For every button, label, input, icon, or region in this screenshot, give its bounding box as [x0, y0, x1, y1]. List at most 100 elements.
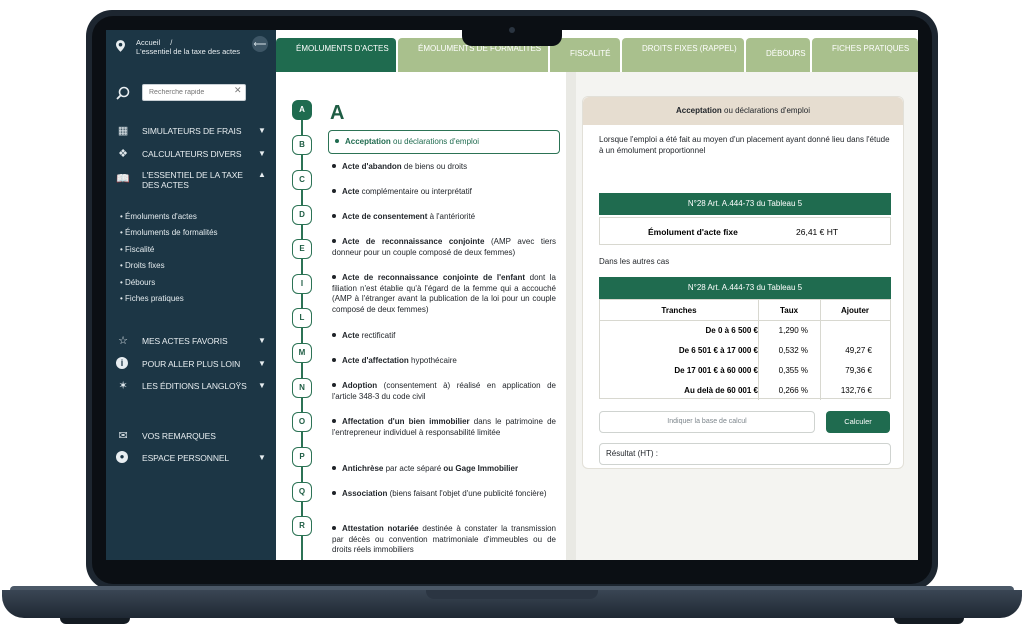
list-item[interactable]: Antichrèse par acte séparé ou Gage Immob…	[332, 464, 556, 475]
sub-item-droits-fixes[interactable]: • Droits fixes	[120, 261, 165, 270]
sidebar-item-label: L'ESSENTIEL DE LA TAXE DES ACTES	[142, 170, 243, 190]
table2-header: N°28 Art. A.444-73 du Tableau 5	[599, 277, 891, 299]
list-item[interactable]: Acte de reconnaissance conjointe de l'en…	[332, 273, 556, 315]
column-header: Ajouter	[841, 306, 869, 315]
pane-divider	[566, 72, 576, 560]
letter-n[interactable]: N	[292, 378, 312, 398]
tab-droits-fixes[interactable]: DROITS FIXES (RAPPEL)	[622, 38, 744, 72]
cell-taux: 1,290 %	[778, 326, 808, 335]
star-icon: ☆	[118, 335, 128, 347]
bullet-icon	[332, 466, 336, 470]
list-item[interactable]: Association (biens faisant l'objet d'une…	[332, 489, 556, 500]
calculation-base-input[interactable]: Indiquer la base de calcul	[599, 411, 815, 433]
breadcrumb-current: L'essentiel de la taxe des actes	[136, 47, 240, 56]
logo-icon: ✶	[118, 380, 128, 392]
letter-o[interactable]: O	[292, 412, 312, 432]
search-icon[interactable]	[116, 86, 130, 100]
caret-down-icon: ▼	[258, 336, 266, 345]
bullet-icon	[332, 275, 336, 279]
sub-item-emoluments-formalites[interactable]: • Émoluments de formalités	[120, 228, 218, 237]
sidebar-item-label: SIMULATEURS DE FRAIS	[142, 126, 242, 136]
list-item[interactable]: Affectation d'un bien immobilier dans le…	[332, 417, 556, 438]
table2: Tranches Taux Ajouter De 0 à 6 500 € 1,2…	[599, 299, 891, 400]
laptop-frame: Accueil / L'essentiel de la taxe des act…	[0, 0, 1024, 642]
letter-p[interactable]: P	[292, 447, 312, 467]
other-cases-label: Dans les autres cas	[599, 257, 670, 266]
breadcrumb-home[interactable]: Accueil	[136, 38, 160, 47]
sub-item-debours[interactable]: • Débours	[120, 278, 155, 287]
sub-item-fiscalite[interactable]: • Fiscalité	[120, 245, 154, 254]
table-row: De 6 501 € à 17 000 € 0,532 % 49,27 €	[600, 346, 890, 366]
calculate-button[interactable]: Calculer	[826, 411, 890, 433]
laptop-foot-right	[894, 618, 964, 624]
cubes-icon: ❖	[118, 148, 128, 160]
bullet-icon	[332, 358, 336, 362]
sub-item-fiches[interactable]: • Fiches pratiques	[120, 294, 184, 303]
list-item[interactable]: Acte d'abandon de biens ou droits	[332, 162, 556, 173]
list-item[interactable]: Acte rectificatif	[332, 331, 556, 342]
cell-taux: 0,266 %	[778, 386, 808, 395]
breadcrumb-separator: /	[170, 38, 173, 47]
letter-r[interactable]: R	[292, 516, 312, 536]
arrow-left-icon[interactable]: ⟵	[252, 36, 268, 52]
book-icon: 📖	[116, 173, 130, 185]
table1: Émolument d'acte fixe 26,41 € HT	[599, 217, 891, 245]
bullet-icon	[332, 383, 336, 387]
table1-label: Émolument d'acte fixe	[648, 227, 738, 237]
cell-ajouter: 132,76 €	[840, 386, 872, 395]
location-pin-icon	[116, 40, 125, 52]
bullet-icon	[332, 333, 336, 337]
sub-item-emoluments-actes[interactable]: • Émoluments d'actes	[120, 212, 197, 221]
letter-l[interactable]: L	[292, 308, 312, 328]
letter-b[interactable]: B	[292, 135, 312, 155]
sidebar-item-label: VOS REMARQUES	[142, 431, 216, 441]
list-item[interactable]: Acte d'affectation hypothécaire	[332, 356, 556, 367]
cell-tranche: Au delà de 60 001 €	[684, 386, 758, 395]
tab-emoluments-actes[interactable]: ÉMOLUMENTS D'ACTES	[276, 38, 396, 72]
table-row: De 0 à 6 500 € 1,290 %	[600, 326, 890, 346]
table-divider	[600, 320, 890, 321]
cell-tranche: De 17 001 € à 60 000 €	[674, 366, 758, 375]
letter-q[interactable]: Q	[292, 482, 312, 502]
main-content: A B C D E I L M N O P Q R A Acceptation …	[276, 72, 918, 560]
info-icon: i	[116, 357, 128, 369]
letter-m[interactable]: M	[292, 343, 312, 363]
close-icon[interactable]: ✕	[234, 85, 242, 96]
list-item[interactable]: Acte de reconnaissance conjointe (AMP av…	[332, 237, 556, 258]
panel-intro: Lorsque l'emploi a été fait au moyen d'u…	[599, 135, 890, 155]
tab-fiscalite[interactable]: FISCALITÉ	[550, 38, 620, 72]
panel-title: Acceptation ou déclarations d'emploi	[583, 97, 903, 125]
tab-debours[interactable]: DÉBOURS	[746, 38, 810, 72]
letter-a[interactable]: A	[292, 100, 312, 120]
letter-e[interactable]: E	[292, 239, 312, 259]
app-screen: Accueil / L'essentiel de la taxe des act…	[106, 30, 918, 560]
list-item[interactable]: Acte de consentement à l'antériorité	[332, 212, 556, 223]
sidebar: Accueil / L'essentiel de la taxe des act…	[106, 30, 276, 560]
sidebar-item-label: POUR ALLER PLUS LOIN	[142, 359, 241, 369]
tab-bar: ÉMOLUMENTS D'ACTES ÉMOLUMENTS DE FORMALI…	[276, 38, 918, 72]
sidebar-item-label: LES ÉDITIONS LANGLOŸS	[142, 381, 247, 391]
list-item[interactable]: Acceptation ou déclarations d'emploi	[328, 130, 560, 154]
letter-c[interactable]: C	[292, 170, 312, 190]
column-header: Taux	[779, 306, 799, 315]
caret-down-icon: ▼	[258, 149, 266, 158]
table1-header: N°28 Art. A.444-73 du Tableau 5	[599, 193, 891, 215]
letter-heading: A	[330, 102, 345, 124]
bullet-icon	[332, 189, 336, 193]
camera-icon	[509, 27, 515, 33]
caret-down-icon: ▼	[258, 453, 266, 462]
user-icon: ●	[116, 451, 128, 463]
letter-i[interactable]: I	[292, 274, 312, 294]
caret-down-icon: ▼	[258, 381, 266, 390]
list-item[interactable]: Acte complémentaire ou interprétatif	[332, 187, 556, 198]
list-item[interactable]: Attestation notariée destinée à constate…	[332, 524, 556, 556]
bullet-icon	[332, 214, 336, 218]
cell-tranche: De 0 à 6 500 €	[705, 326, 758, 335]
mail-icon: ✉	[118, 430, 128, 442]
search-input[interactable]	[142, 84, 246, 101]
caret-down-icon: ▼	[258, 359, 266, 368]
letter-d[interactable]: D	[292, 205, 312, 225]
list-item[interactable]: Adoption (consentement à) réalisé en app…	[332, 381, 556, 402]
tab-fiches-pratiques[interactable]: FICHES PRATIQUES	[812, 38, 918, 72]
bullet-icon	[335, 139, 339, 143]
